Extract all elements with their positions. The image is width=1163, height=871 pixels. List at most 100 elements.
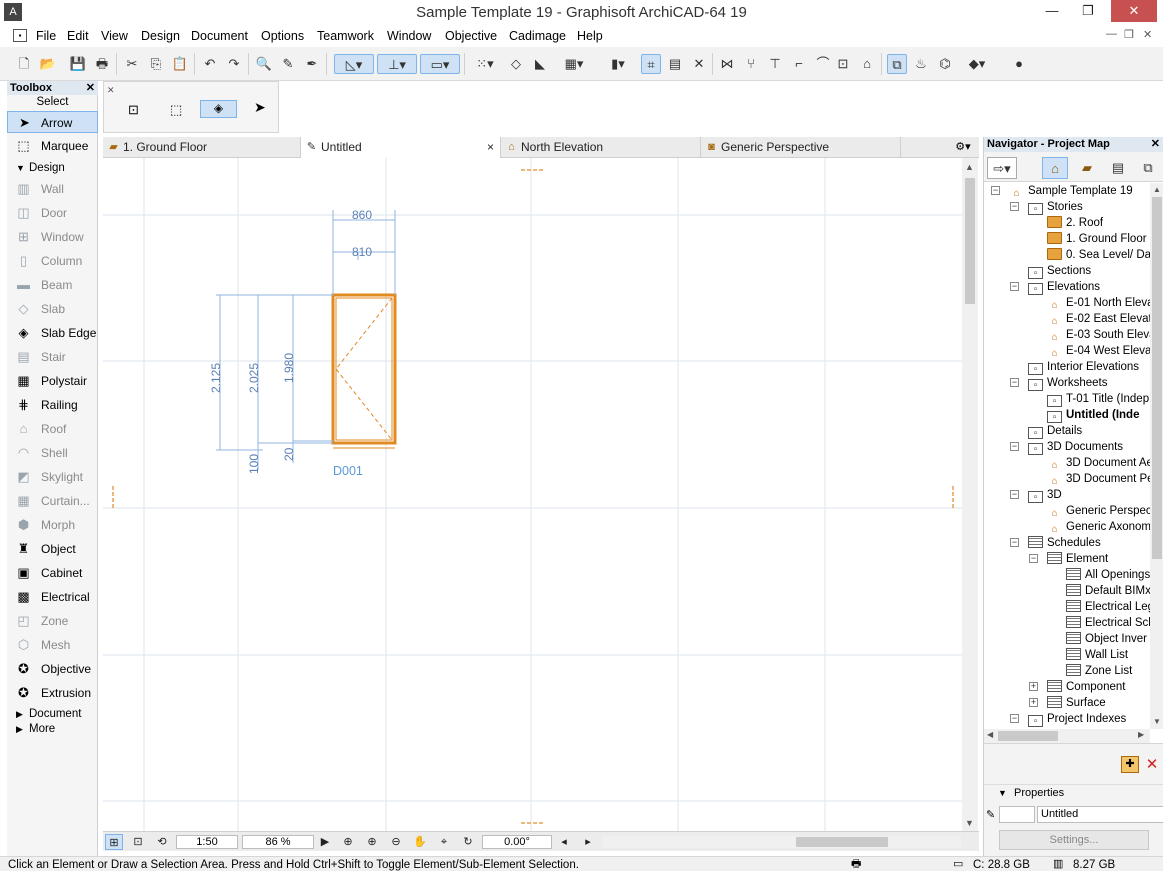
view-settings-icon[interactable]: ⟲ bbox=[153, 834, 171, 850]
tree-expander-icon[interactable]: − bbox=[1010, 442, 1019, 451]
infobox-close-icon[interactable]: ✕ bbox=[107, 85, 115, 96]
tree-node[interactable]: − ⌂ Sample Template 19 bbox=[991, 183, 1133, 199]
menu-help[interactable]: Help bbox=[577, 29, 603, 43]
tree-node[interactable]: ⌂ Generic Perspect bbox=[1047, 503, 1150, 519]
tree-expander-icon[interactable]: + bbox=[1029, 682, 1038, 691]
tool-objective[interactable]: ✪ Objective bbox=[7, 658, 98, 680]
tool-mesh[interactable]: ⬡ Mesh bbox=[7, 634, 98, 656]
tree-node[interactable]: ⌂ E-02 East Elevati bbox=[1047, 311, 1150, 327]
tool-zone[interactable]: ◰ Zone bbox=[7, 610, 98, 632]
arrow-pointer-icon[interactable]: ➤ bbox=[254, 99, 274, 117]
trace-reference-icon[interactable]: ⌗ bbox=[641, 54, 661, 74]
tool-column[interactable]: ▯ Column bbox=[7, 250, 98, 272]
navigator-header[interactable]: Navigator - Project Map ✕ bbox=[984, 137, 1163, 152]
tab-north-elevation[interactable]: ⌂ North Elevation bbox=[501, 137, 701, 158]
zoom-area-icon[interactable]: ⊕ bbox=[339, 834, 357, 850]
menu-view[interactable]: View bbox=[101, 29, 128, 43]
rotate-view-icon[interactable]: ↻ bbox=[459, 834, 477, 850]
find-select-icon[interactable]: 🔍 bbox=[254, 54, 274, 74]
curve-icon[interactable]: ⌒ bbox=[813, 54, 833, 74]
tree-node[interactable]: − ▫ 3D bbox=[1010, 487, 1062, 503]
tree-node[interactable]: ▫ Details bbox=[1028, 423, 1082, 439]
remove-selection-icon[interactable]: ✕ bbox=[689, 54, 709, 74]
new-folder-icon[interactable]: ✚ bbox=[1121, 756, 1139, 773]
tool-beam[interactable]: ▬ Beam bbox=[7, 274, 98, 296]
tree-expander-icon[interactable]: − bbox=[1010, 202, 1019, 211]
scrollbar-thumb[interactable] bbox=[965, 178, 975, 304]
paste-icon[interactable]: 📋 bbox=[170, 54, 190, 74]
tree-node[interactable]: ▫ Untitled (Inde bbox=[1047, 407, 1139, 423]
close-window-button[interactable]: ✕ bbox=[1111, 0, 1157, 22]
properties-toggle[interactable]: ▼ Properties bbox=[984, 784, 1163, 800]
tool-railing[interactable]: ⋕ Railing bbox=[7, 394, 98, 416]
view-map-icon[interactable]: ▰ bbox=[1074, 157, 1100, 179]
publisher-sets-icon[interactable]: ⧉ bbox=[1135, 157, 1161, 179]
navigator-vertical-scrollbar[interactable]: ▲ ▼ bbox=[1150, 183, 1163, 729]
tree-node[interactable]: − ▫ Worksheets bbox=[1010, 375, 1108, 391]
tool-marquee[interactable]: ⬚ Marquee bbox=[7, 135, 98, 157]
tool-arrow[interactable]: ➤ Arrow bbox=[7, 111, 98, 133]
tool-slab-edge[interactable]: ◈ Slab Edge bbox=[7, 322, 98, 344]
tool-curtain[interactable]: ▦ Curtain... bbox=[7, 490, 98, 512]
scroll-down-icon[interactable]: ▼ bbox=[965, 818, 974, 828]
tool-shell[interactable]: ◠ Shell bbox=[7, 442, 98, 464]
fillet-icon[interactable]: ⌐ bbox=[789, 54, 809, 74]
view-id-field[interactable] bbox=[999, 806, 1035, 823]
previous-zoom-icon[interactable]: ◂ bbox=[555, 834, 573, 850]
zoom-preview-icon[interactable]: ⊡ bbox=[129, 834, 147, 850]
pen-set-icon[interactable]: ▮▾ bbox=[600, 54, 636, 74]
tree-node[interactable]: − ▫ Elevations bbox=[1010, 279, 1100, 295]
tree-expander-icon[interactable]: − bbox=[1010, 282, 1019, 291]
tool-window[interactable]: ⊞ Window bbox=[7, 226, 98, 248]
tree-node[interactable]: 0. Sea Level/ Da bbox=[1047, 247, 1150, 263]
tool-polystair[interactable]: ▦ Polystair bbox=[7, 370, 98, 392]
dim-height-2125[interactable]: 2.125 bbox=[209, 363, 223, 393]
open-file-icon[interactable]: 📂 bbox=[38, 54, 58, 74]
dim-height-2025[interactable]: 2.025 bbox=[247, 363, 261, 393]
tree-node[interactable]: − ▫ 3D Documents bbox=[1010, 439, 1123, 455]
tree-node[interactable]: ▫ T-01 Title (Indep bbox=[1047, 391, 1149, 407]
3d-window-icon[interactable]: ⧉ bbox=[887, 54, 907, 74]
dimension-labels[interactable]: 860 810 2.125 2.025 1.980 100 20 bbox=[209, 208, 372, 474]
menu-edit[interactable]: Edit bbox=[67, 29, 89, 43]
tree-node[interactable]: All Openings bbox=[1066, 567, 1150, 583]
delete-view-icon[interactable]: ✕ bbox=[1143, 756, 1161, 773]
layer-combination-icon[interactable]: ▦▾ bbox=[556, 54, 592, 74]
tree-node[interactable]: 1. Ground Floor bbox=[1047, 231, 1147, 247]
tree-node[interactable]: Electrical Leg bbox=[1066, 599, 1150, 615]
redo-icon[interactable]: ↷ bbox=[224, 54, 244, 74]
split-icon[interactable]: ◣ bbox=[530, 54, 550, 74]
tab-generic-perspective[interactable]: ◙ Generic Perspective bbox=[701, 137, 901, 158]
marquee-rectangle-icon[interactable]: ⬚ bbox=[170, 102, 190, 120]
scale-field[interactable]: 1:50 bbox=[176, 835, 238, 849]
tab-untitled[interactable]: ✎ Untitled × bbox=[301, 137, 501, 158]
toolbox-document-group[interactable]: ▶ Document bbox=[7, 707, 98, 722]
tree-node[interactable]: − ▫ Project Indexes bbox=[1010, 711, 1126, 727]
dim-height-1980[interactable]: 1.980 bbox=[282, 353, 296, 383]
show-in-3d-icon[interactable]: ▤ bbox=[665, 54, 685, 74]
tree-node[interactable]: Default BIMx bbox=[1066, 583, 1150, 599]
inject-parameters-icon[interactable]: ✒ bbox=[302, 54, 322, 74]
tree-expander-icon[interactable]: − bbox=[1010, 378, 1019, 387]
navigator-mode-menu-icon[interactable]: ⇨▾ bbox=[987, 157, 1017, 179]
tool-skylight[interactable]: ◩ Skylight bbox=[7, 466, 98, 488]
menu-design[interactable]: Design bbox=[141, 29, 180, 43]
tool-morph[interactable]: ⬢ Morph bbox=[7, 514, 98, 536]
dim-sill-20[interactable]: 20 bbox=[282, 447, 296, 461]
next-zoom-icon[interactable]: ▸ bbox=[579, 834, 597, 850]
tree-node[interactable]: Zone List bbox=[1066, 663, 1132, 679]
selection-method-icon[interactable]: ⊡ bbox=[128, 102, 148, 120]
tree-node[interactable]: − ▫ Stories bbox=[1010, 199, 1083, 215]
tree-node[interactable]: Wall List bbox=[1066, 647, 1128, 663]
tool-roof[interactable]: ⌂ Roof bbox=[7, 418, 98, 440]
document-menu-icon[interactable]: ▪ bbox=[13, 29, 27, 42]
mdi-close-button[interactable]: ✕ bbox=[1143, 28, 1152, 41]
horizontal-scroll-thumb[interactable] bbox=[796, 837, 888, 847]
rotation-angle-field[interactable]: 0.00° bbox=[482, 835, 552, 849]
guide-lines-icon[interactable]: ⊥▾ bbox=[377, 54, 417, 74]
tree-expander-icon[interactable]: − bbox=[1010, 490, 1019, 499]
view-name-field[interactable]: Untitled bbox=[1037, 806, 1163, 823]
navigator-close-icon[interactable]: ✕ bbox=[1151, 137, 1160, 152]
teamwork-status-icon[interactable]: ● bbox=[1009, 54, 1029, 74]
tree-node[interactable]: + Component bbox=[1029, 679, 1125, 695]
